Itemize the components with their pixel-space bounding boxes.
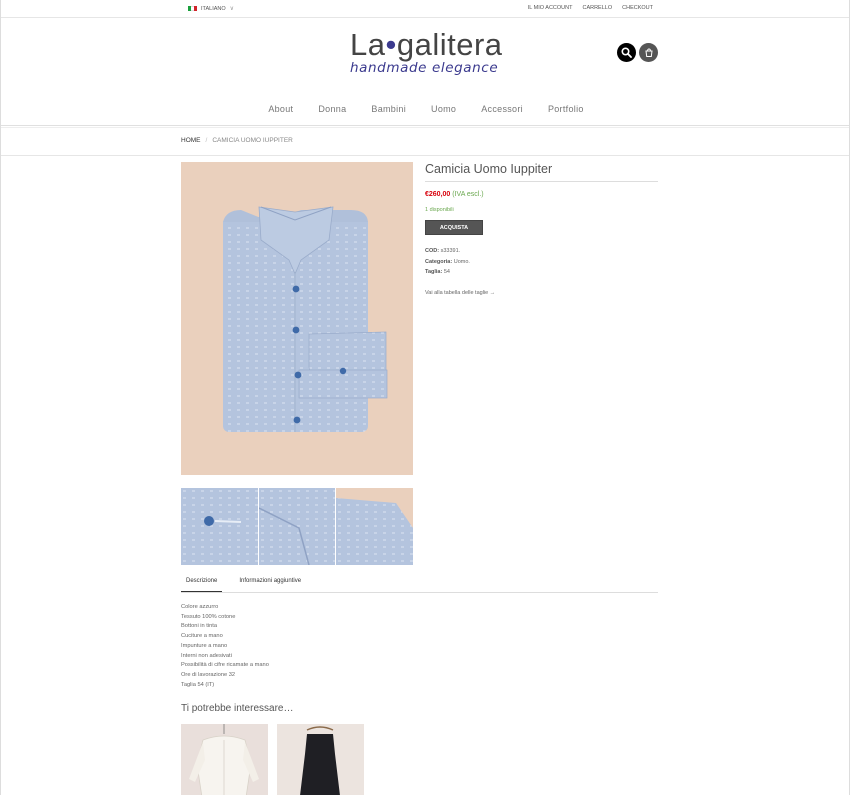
account-links: IL MIO ACCOUNT CARRELLO CHECKOUT (528, 5, 653, 11)
nav-donna[interactable]: Donna (318, 104, 346, 114)
breadcrumb-separator: / (205, 137, 208, 144)
sku-label: COD: (425, 248, 440, 254)
language-selector[interactable]: ITALIANO ∨ (188, 5, 234, 12)
title-divider (425, 181, 658, 182)
page: ITALIANO ∨ IL MIO ACCOUNT CARRELLO CHECK… (0, 0, 850, 795)
my-account-link[interactable]: IL MIO ACCOUNT (528, 5, 573, 11)
tab-descrizione[interactable]: Descrizione (181, 578, 223, 593)
italian-flag-icon (188, 6, 197, 11)
cart-link[interactable]: CARRELLO (582, 5, 612, 11)
breadcrumb-home[interactable]: HOME (181, 137, 201, 144)
breadcrumb-divider (1, 155, 849, 156)
description-line: Taglia 54 (IT) (181, 681, 215, 688)
nav-portfolio[interactable]: Portfolio (548, 104, 584, 114)
folded-shirt-image (223, 206, 388, 432)
product-sku: COD: s33391. (425, 248, 460, 254)
description-line: Impunture a mano (181, 642, 228, 649)
logo-tagline: handmade elegance (350, 60, 499, 76)
description-line: Cuciture a mano (181, 633, 223, 640)
size-value: 54 (443, 269, 450, 275)
description-line: Tessuto 100% cotone (181, 613, 236, 620)
size-label: Taglia: (425, 269, 443, 275)
tabs-divider (181, 592, 658, 593)
product-category: Categoria: Uomo. (425, 259, 470, 265)
shirt-collar-image (258, 488, 336, 565)
nav-about[interactable]: About (268, 104, 293, 114)
product-tabs: Descrizione Informazioni aggiuntive (181, 578, 306, 593)
size-guide-link[interactable]: Vai alla tabella delle taglie → (425, 290, 495, 296)
breadcrumb-current: CAMICIA UOMO IUPPITER (212, 137, 293, 144)
cart-icon (644, 48, 653, 57)
description-line: Ore di lavorazione 32 (181, 671, 236, 678)
logo-name: La•galitera (350, 28, 520, 62)
cart-button[interactable] (639, 43, 658, 62)
chevron-down-icon: ∨ (229, 6, 235, 12)
nav-accessori[interactable]: Accessori (481, 104, 523, 114)
logo-name-part2: galitera (396, 27, 503, 62)
black-dress-image (277, 724, 364, 795)
category-label: Categoria: (425, 259, 453, 265)
logo-name-part1: La (350, 27, 386, 62)
related-product-2[interactable] (277, 724, 364, 795)
shirt-back-image (336, 488, 414, 565)
product-title: Camicia Uomo Iuppiter (425, 162, 553, 176)
thumbnail-3[interactable] (336, 488, 414, 565)
thumbnail-2[interactable] (258, 488, 336, 565)
sku-value: s33391. (440, 248, 461, 254)
top-bar: ITALIANO ∨ IL MIO ACCOUNT CARRELLO CHECK… (1, 0, 849, 18)
tab-informazioni-aggiuntive[interactable]: Informazioni aggiuntive (234, 578, 306, 593)
language-label: ITALIANO (201, 5, 226, 12)
product-thumbnails (181, 488, 414, 565)
nav-divider (1, 125, 849, 128)
description-line: Possibilità di cifre ricamate a mano (181, 662, 269, 669)
nav-uomo[interactable]: Uomo (431, 104, 456, 114)
related-product-1[interactable] (181, 724, 268, 795)
description-line: Interni non adesivati (181, 652, 232, 659)
category-link[interactable]: Uomo. (454, 259, 470, 265)
site-logo[interactable]: La•galitera handmade elegance (350, 28, 520, 77)
white-jacket-image (181, 724, 268, 795)
shirt-detail-image (181, 488, 258, 565)
description-line: Colore azzurro (181, 604, 219, 610)
main-nav: About Donna Bambini Uomo Accessori Portf… (1, 104, 849, 114)
price-amount: €260,00 (425, 191, 451, 198)
search-icon (621, 47, 632, 58)
product-description: Colore azzurro Tessuto 100% cotone Botto… (181, 603, 269, 690)
related-products-title: Ti potrebbe interessare… (181, 703, 294, 714)
nav-bambini[interactable]: Bambini (371, 104, 406, 114)
stock-status: 1 disponibili (425, 207, 454, 213)
logo-dot: • (385, 27, 397, 62)
product-size: Taglia: 54 (425, 269, 450, 275)
breadcrumb: HOME / CAMICIA UOMO IUPPITER (181, 137, 293, 144)
product-main-image[interactable] (181, 162, 413, 475)
product-price: €260,00 (IVA escl.) (425, 191, 484, 198)
search-button[interactable] (617, 43, 636, 62)
thumbnail-1[interactable] (181, 488, 258, 565)
buy-button[interactable]: ACQUISTA (425, 220, 483, 235)
description-line: Bottoni in tinta (181, 623, 218, 630)
checkout-link[interactable]: CHECKOUT (622, 5, 653, 11)
price-note: (IVA escl.) (452, 191, 484, 198)
